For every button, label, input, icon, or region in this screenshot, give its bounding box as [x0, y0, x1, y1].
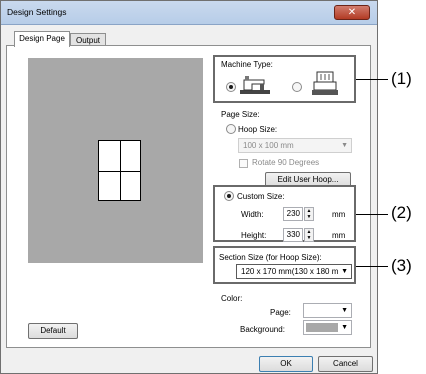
page-color-label: Page: — [270, 308, 291, 317]
section-size-select[interactable]: 120 x 170 mm(130 x 180 m ▼ — [236, 264, 352, 279]
ok-button[interactable]: OK — [259, 356, 313, 372]
chevron-down-icon: ▼ — [341, 268, 348, 275]
hoop-size-select[interactable]: 100 x 100 mm ▼ — [238, 138, 352, 153]
machine-type-radio-2[interactable] — [292, 82, 302, 92]
callout-line-1 — [356, 79, 388, 80]
hoop-size-radio[interactable] — [226, 124, 236, 134]
hoop-size-value: 100 x 100 mm — [243, 141, 294, 150]
callout-3: (3) — [391, 256, 412, 275]
background-color-select[interactable]: ▼ — [303, 320, 352, 335]
section-size-value: 120 x 170 mm(130 x 180 m — [241, 267, 339, 276]
height-input[interactable]: 330 — [283, 228, 303, 242]
window-title: Design Settings — [7, 7, 67, 17]
title-bar: Design Settings ✕ — [1, 1, 377, 25]
page-size-label: Page Size: — [221, 110, 260, 119]
machine-type-label: Machine Type: — [221, 60, 273, 69]
width-spinner[interactable]: ▲ ▼ — [304, 207, 314, 221]
chevron-down-icon: ▼ — [341, 324, 348, 331]
callout-1: (1) — [391, 69, 412, 88]
machine-type-radio-1[interactable] — [226, 82, 236, 92]
height-unit: mm — [332, 231, 346, 240]
custom-size-radio[interactable] — [224, 191, 234, 201]
close-button[interactable]: ✕ — [334, 5, 370, 20]
default-button[interactable]: Default — [28, 323, 78, 339]
callout-line-2 — [356, 214, 388, 215]
embroidery-machine-icon — [312, 71, 338, 95]
callout-line-3 — [356, 266, 388, 267]
section-size-label: Section Size (for Hoop Size): — [219, 253, 322, 262]
background-color-swatch — [306, 323, 338, 332]
cancel-button[interactable]: Cancel — [318, 356, 373, 372]
chevron-down-icon: ▼ — [341, 307, 348, 314]
rotate-90-label: Rotate 90 Degrees — [252, 158, 320, 167]
sewing-machine-icon — [240, 76, 270, 94]
section-divider-horizontal — [98, 171, 141, 172]
width-label: Width: — [241, 210, 264, 219]
hoop-size-label: Hoop Size: — [238, 125, 278, 134]
height-spinner[interactable]: ▲ ▼ — [304, 228, 314, 242]
width-unit: mm — [332, 210, 346, 219]
rotate-90-checkbox[interactable] — [239, 159, 248, 168]
color-label: Color: — [221, 294, 243, 303]
custom-size-label: Custom Size: — [237, 192, 285, 201]
width-input[interactable]: 230 — [283, 207, 303, 221]
background-color-label: Background: — [240, 325, 285, 334]
chevron-down-icon: ▼ — [341, 142, 348, 149]
tab-design-page[interactable]: Design Page — [14, 31, 70, 47]
callout-2: (2) — [391, 203, 412, 222]
height-label: Height: — [241, 231, 267, 240]
page-color-select[interactable]: ▼ — [303, 303, 352, 318]
